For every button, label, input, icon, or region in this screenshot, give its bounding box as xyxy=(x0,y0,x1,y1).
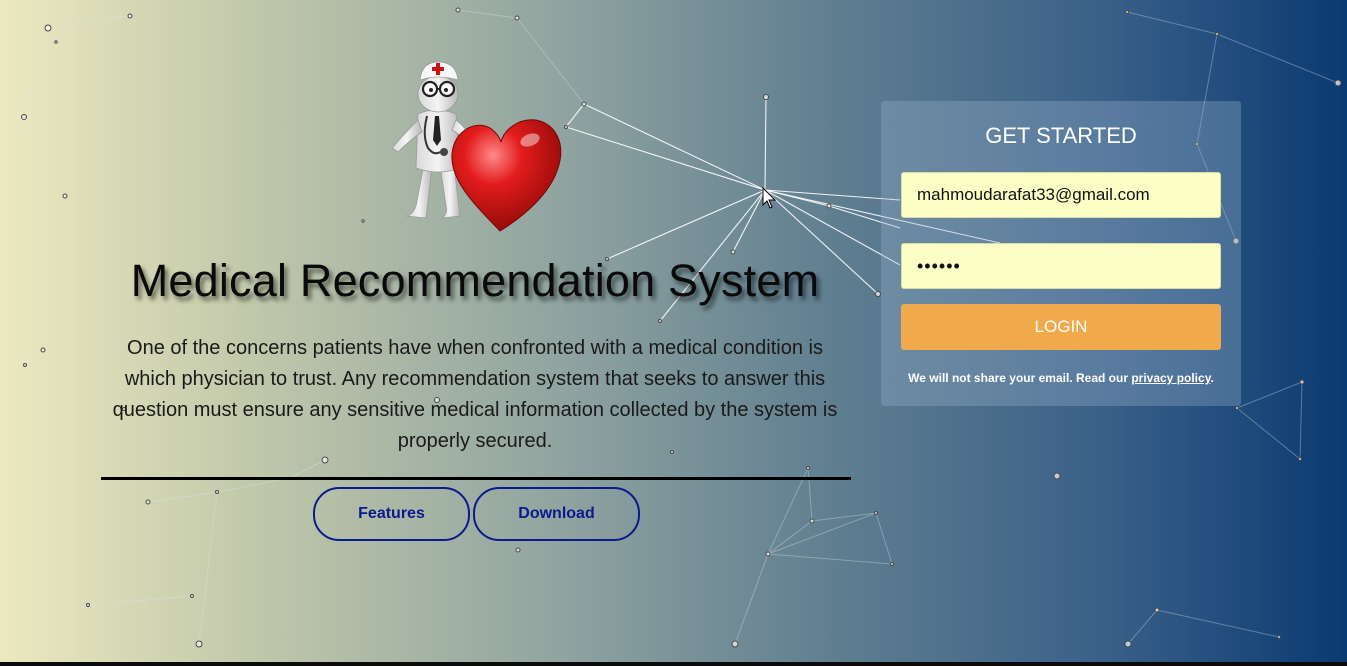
download-button[interactable]: Download xyxy=(473,487,640,541)
privacy-policy-link[interactable]: privacy policy xyxy=(1131,371,1210,385)
landing-page: Medical Recommendation System One of the… xyxy=(0,0,1347,666)
login-panel: GET STARTED LOGIN We will not share your… xyxy=(881,101,1241,406)
privacy-note-text: We will not share your email. Read our xyxy=(908,371,1132,385)
privacy-note-suffix: . xyxy=(1210,371,1214,385)
divider xyxy=(101,477,851,480)
email-field[interactable] xyxy=(901,172,1221,218)
hero-description: One of the concerns patients have when c… xyxy=(112,337,838,452)
doctor-with-heart-icon xyxy=(391,61,562,232)
features-button[interactable]: Features xyxy=(313,487,470,541)
login-title: GET STARTED xyxy=(985,123,1137,148)
password-field[interactable] xyxy=(901,243,1221,289)
page-title: Medical Recommendation System xyxy=(130,255,820,306)
privacy-note: We will not share your email. Read our p… xyxy=(881,371,1241,385)
login-button[interactable]: LOGIN xyxy=(901,304,1221,350)
